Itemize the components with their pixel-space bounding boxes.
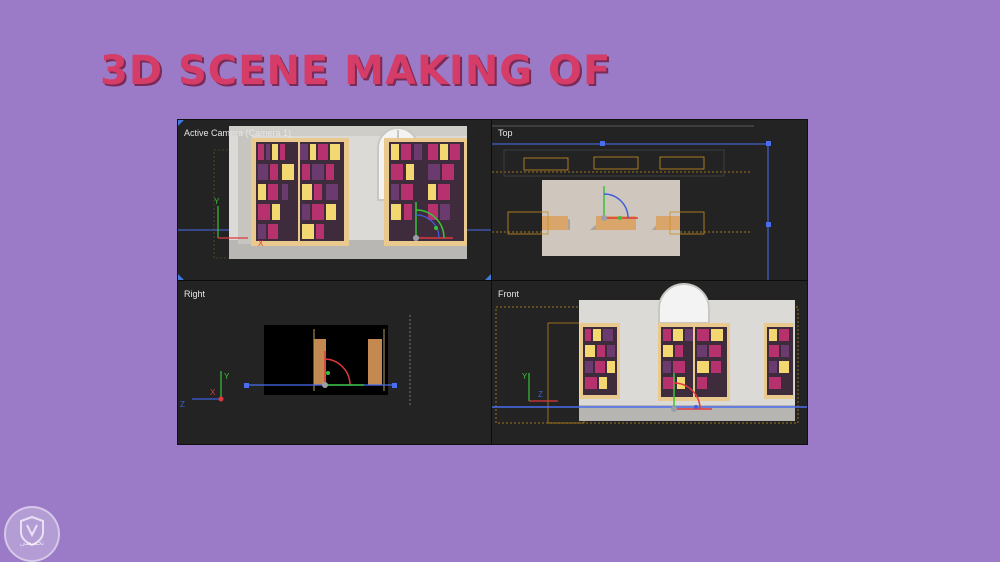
- watermark-logo: تخصصی: [4, 506, 60, 562]
- bookshelf-left: [251, 138, 349, 246]
- top-scene: [492, 125, 771, 280]
- front-axis-y-label: Y: [522, 372, 528, 381]
- camera-viewport[interactable]: Y X Active Camera (Camera 1): [178, 120, 491, 280]
- viewport-divider-vertical: [491, 120, 492, 444]
- front-axis-z-label: Z: [538, 390, 543, 399]
- viewport-divider-horizontal: [178, 280, 807, 281]
- right-viewport[interactable]: Y Z X Right: [178, 281, 491, 444]
- front-axis-tripod: Y Z: [522, 372, 558, 402]
- logo-text: تخصصی: [19, 540, 45, 547]
- front-viewport-label: Front: [498, 289, 520, 299]
- right-viewport-label: Right: [184, 289, 206, 299]
- page-title: 3D SCENE MAKING OF: [100, 48, 612, 94]
- camera-viewport-label: Active Camera (Camera 1): [184, 128, 292, 138]
- viewport-grid: Y X Active Camera (Camera 1) Top Y Z X R…: [177, 119, 808, 445]
- axis-y-label: Y: [214, 197, 220, 206]
- axis-x-label: X: [258, 239, 264, 248]
- right-axis-x-label: X: [210, 388, 216, 397]
- top-viewport[interactable]: Top: [492, 120, 807, 280]
- front-scene: Y Z: [492, 283, 807, 424]
- shield-icon: [20, 515, 44, 547]
- front-viewport[interactable]: Y Z Front: [492, 281, 807, 444]
- bookshelf-right: [384, 138, 467, 246]
- right-axis-z-label: Z: [180, 400, 185, 409]
- top-viewport-label: Top: [498, 128, 513, 138]
- right-axis-y-label: Y: [224, 372, 230, 381]
- right-axis-tripod: Y Z X: [180, 371, 230, 409]
- right-scene: Y Z X: [180, 315, 411, 409]
- camera-scene: Y X: [178, 120, 491, 280]
